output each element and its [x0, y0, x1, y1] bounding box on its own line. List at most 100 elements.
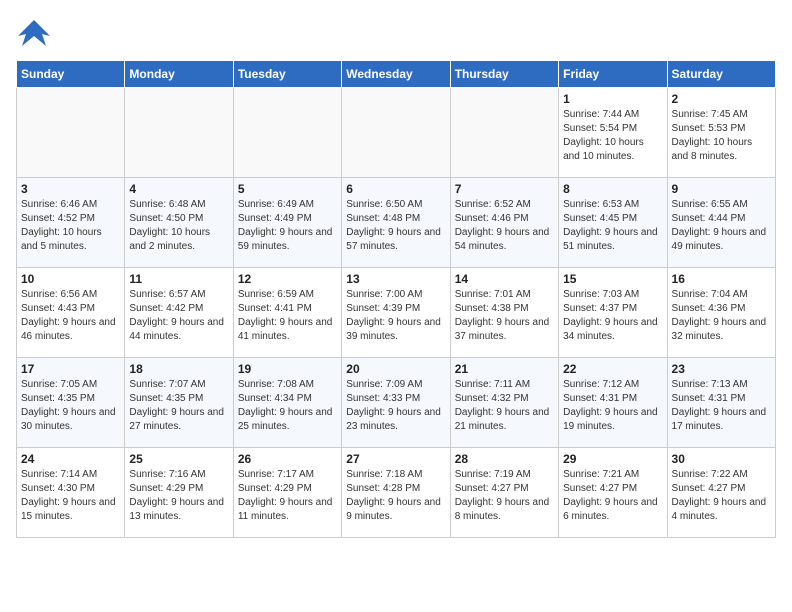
day-number: 1	[563, 92, 662, 106]
day-info: Sunrise: 7:13 AM Sunset: 4:31 PM Dayligh…	[672, 378, 771, 434]
calendar-cell-15: 15Sunrise: 7:03 AM Sunset: 4:37 PM Dayli…	[559, 268, 667, 358]
day-number: 9	[672, 182, 771, 196]
day-info: Sunrise: 7:16 AM Sunset: 4:29 PM Dayligh…	[129, 468, 228, 524]
day-info: Sunrise: 6:52 AM Sunset: 4:46 PM Dayligh…	[455, 198, 554, 254]
calendar-cell-14: 14 Sunrise: 7:01 AM Sunset: 4:38 PM Dayli…	[450, 268, 558, 358]
day-info: Sunrise: 6:57 AM Sunset: 4:42 PM Dayligh…	[129, 288, 228, 344]
day-number: 27	[346, 452, 445, 466]
week-row-2: 3Sunrise: 6:46 AM Sunset: 4:52 PM Daylig…	[17, 178, 776, 268]
day-info: Sunrise: 6:49 AM Sunset: 4:49 PM Dayligh…	[238, 198, 337, 254]
day-info: Sunrise: 7:45 AM Sunset: 5:53 PM Dayligh…	[672, 108, 771, 164]
weekday-header-thursday: Thursday	[450, 61, 558, 88]
calendar-cell-5: 5 Sunrise: 6:49 AM Sunset: 4:49 PM Daylig…	[233, 178, 341, 268]
day-number: 7	[455, 182, 554, 196]
day-number: 25	[129, 452, 228, 466]
day-number: 17	[21, 362, 120, 376]
calendar-cell-27: 27 Sunrise: 7:18 AM Sunset: 4:28 PM Dayli…	[342, 448, 450, 538]
calendar-cell-empty	[342, 88, 450, 178]
day-info: Sunrise: 7:11 AM Sunset: 4:32 PM Dayligh…	[455, 378, 554, 434]
week-row-1: 1 Sunrise: 7:44 AM Sunset: 5:54 PM Daylig…	[17, 88, 776, 178]
day-number: 21	[455, 362, 554, 376]
day-number: 19	[238, 362, 337, 376]
day-number: 22	[563, 362, 662, 376]
day-info: Sunrise: 6:59 AM Sunset: 4:41 PM Dayligh…	[238, 288, 337, 344]
calendar-cell-21: 21 Sunrise: 7:11 AM Sunset: 4:32 PM Dayli…	[450, 358, 558, 448]
logo	[16, 16, 58, 52]
day-info: Sunrise: 7:01 AM Sunset: 4:38 PM Dayligh…	[455, 288, 554, 344]
calendar-cell-20: 20 Sunrise: 7:09 AM Sunset: 4:33 PM Dayli…	[342, 358, 450, 448]
day-info: Sunrise: 7:08 AM Sunset: 4:34 PM Dayligh…	[238, 378, 337, 434]
calendar-cell-9: 9 Sunrise: 6:55 AM Sunset: 4:44 PM Daylig…	[667, 178, 775, 268]
calendar-cell-1: 1 Sunrise: 7:44 AM Sunset: 5:54 PM Daylig…	[559, 88, 667, 178]
calendar-cell-26: 26 Sunrise: 7:17 AM Sunset: 4:29 PM Dayli…	[233, 448, 341, 538]
calendar-cell-28: 28Sunrise: 7:19 AM Sunset: 4:27 PM Dayli…	[450, 448, 558, 538]
calendar-cell-6: 6Sunrise: 6:50 AM Sunset: 4:48 PM Daylig…	[342, 178, 450, 268]
day-number: 2	[672, 92, 771, 106]
day-number: 5	[238, 182, 337, 196]
day-number: 23	[672, 362, 771, 376]
day-info: Sunrise: 6:48 AM Sunset: 4:50 PM Dayligh…	[129, 198, 228, 254]
day-info: Sunrise: 7:07 AM Sunset: 4:35 PM Dayligh…	[129, 378, 228, 434]
calendar-cell-7: 7 Sunrise: 6:52 AM Sunset: 4:46 PM Daylig…	[450, 178, 558, 268]
day-number: 4	[129, 182, 228, 196]
day-info: Sunrise: 6:50 AM Sunset: 4:48 PM Dayligh…	[346, 198, 445, 254]
weekday-header-friday: Friday	[559, 61, 667, 88]
weekday-header-saturday: Saturday	[667, 61, 775, 88]
page-header	[16, 16, 776, 52]
weekday-header-sunday: Sunday	[17, 61, 125, 88]
calendar-cell-13: 13Sunrise: 7:00 AM Sunset: 4:39 PM Dayli…	[342, 268, 450, 358]
day-info: Sunrise: 7:18 AM Sunset: 4:28 PM Dayligh…	[346, 468, 445, 524]
day-info: Sunrise: 7:05 AM Sunset: 4:35 PM Dayligh…	[21, 378, 120, 434]
day-number: 18	[129, 362, 228, 376]
day-info: Sunrise: 6:53 AM Sunset: 4:45 PM Dayligh…	[563, 198, 662, 254]
day-number: 24	[21, 452, 120, 466]
calendar-cell-19: 19 Sunrise: 7:08 AM Sunset: 4:34 PM Dayli…	[233, 358, 341, 448]
day-info: Sunrise: 6:55 AM Sunset: 4:44 PM Dayligh…	[672, 198, 771, 254]
day-number: 30	[672, 452, 771, 466]
day-info: Sunrise: 7:09 AM Sunset: 4:33 PM Dayligh…	[346, 378, 445, 434]
day-info: Sunrise: 7:17 AM Sunset: 4:29 PM Dayligh…	[238, 468, 337, 524]
day-info: Sunrise: 7:44 AM Sunset: 5:54 PM Dayligh…	[563, 108, 662, 164]
calendar-cell-23: 23 Sunrise: 7:13 AM Sunset: 4:31 PM Dayli…	[667, 358, 775, 448]
day-number: 16	[672, 272, 771, 286]
day-number: 3	[21, 182, 120, 196]
day-info: Sunrise: 7:14 AM Sunset: 4:30 PM Dayligh…	[21, 468, 120, 524]
calendar-cell-18: 18 Sunrise: 7:07 AM Sunset: 4:35 PM Dayli…	[125, 358, 233, 448]
calendar-cell-17: 17 Sunrise: 7:05 AM Sunset: 4:35 PM Dayli…	[17, 358, 125, 448]
weekday-header-tuesday: Tuesday	[233, 61, 341, 88]
day-info: Sunrise: 7:21 AM Sunset: 4:27 PM Dayligh…	[563, 468, 662, 524]
day-info: Sunrise: 7:19 AM Sunset: 4:27 PM Dayligh…	[455, 468, 554, 524]
calendar-cell-2: 2 Sunrise: 7:45 AM Sunset: 5:53 PM Daylig…	[667, 88, 775, 178]
week-row-3: 10Sunrise: 6:56 AM Sunset: 4:43 PM Dayli…	[17, 268, 776, 358]
calendar-cell-4: 4 Sunrise: 6:48 AM Sunset: 4:50 PM Daylig…	[125, 178, 233, 268]
calendar-cell-empty	[17, 88, 125, 178]
day-number: 26	[238, 452, 337, 466]
day-number: 8	[563, 182, 662, 196]
calendar-cell-29: 29Sunrise: 7:21 AM Sunset: 4:27 PM Dayli…	[559, 448, 667, 538]
day-number: 11	[129, 272, 228, 286]
calendar-cell-3: 3Sunrise: 6:46 AM Sunset: 4:52 PM Daylig…	[17, 178, 125, 268]
day-number: 15	[563, 272, 662, 286]
weekday-header-wednesday: Wednesday	[342, 61, 450, 88]
calendar-cell-11: 11 Sunrise: 6:57 AM Sunset: 4:42 PM Dayli…	[125, 268, 233, 358]
calendar-cell-empty	[233, 88, 341, 178]
calendar-cell-16: 16Sunrise: 7:04 AM Sunset: 4:36 PM Dayli…	[667, 268, 775, 358]
day-info: Sunrise: 7:12 AM Sunset: 4:31 PM Dayligh…	[563, 378, 662, 434]
day-number: 10	[21, 272, 120, 286]
calendar-cell-24: 24 Sunrise: 7:14 AM Sunset: 4:30 PM Dayli…	[17, 448, 125, 538]
week-row-5: 24 Sunrise: 7:14 AM Sunset: 4:30 PM Dayli…	[17, 448, 776, 538]
day-info: Sunrise: 7:22 AM Sunset: 4:27 PM Dayligh…	[672, 468, 771, 524]
calendar-cell-empty	[450, 88, 558, 178]
weekday-header-monday: Monday	[125, 61, 233, 88]
day-number: 13	[346, 272, 445, 286]
logo-bird-icon	[16, 16, 52, 52]
calendar-cell-8: 8 Sunrise: 6:53 AM Sunset: 4:45 PM Daylig…	[559, 178, 667, 268]
calendar-cell-25: 25 Sunrise: 7:16 AM Sunset: 4:29 PM Dayli…	[125, 448, 233, 538]
calendar-cell-10: 10Sunrise: 6:56 AM Sunset: 4:43 PM Dayli…	[17, 268, 125, 358]
day-number: 12	[238, 272, 337, 286]
week-row-4: 17 Sunrise: 7:05 AM Sunset: 4:35 PM Dayli…	[17, 358, 776, 448]
weekday-header-row: SundayMondayTuesdayWednesdayThursdayFrid…	[17, 61, 776, 88]
calendar-cell-22: 22 Sunrise: 7:12 AM Sunset: 4:31 PM Dayli…	[559, 358, 667, 448]
day-number: 20	[346, 362, 445, 376]
day-number: 14	[455, 272, 554, 286]
